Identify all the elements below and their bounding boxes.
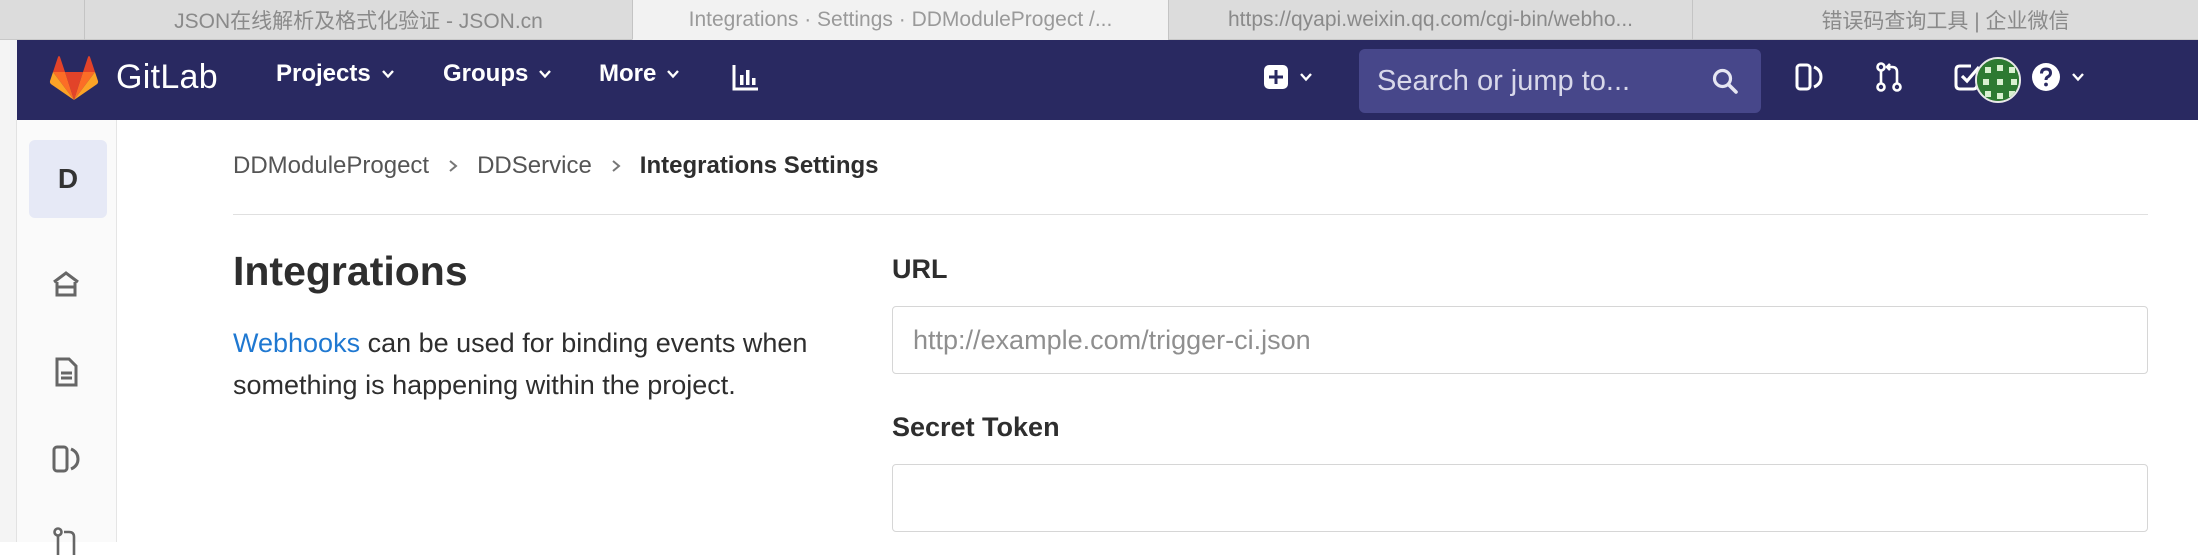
groups-label: Groups (443, 60, 529, 87)
gitlab-logo-icon[interactable] (49, 54, 99, 104)
brand-name[interactable]: GitLab (116, 58, 218, 97)
tab-title: Integrations · Settings · DDModuleProgec… (688, 7, 1113, 31)
project-sidebar: D (17, 120, 117, 555)
projects-dropdown[interactable]: Projects (276, 60, 395, 88)
tab-title: JSON在线解析及格式化验证 - JSON.cn (174, 10, 543, 33)
search-input[interactable] (1377, 64, 1697, 98)
breadcrumb-current[interactable]: Integrations Settings (640, 152, 879, 180)
breadcrumb-service-link[interactable]: DDService (477, 152, 592, 180)
secret-token-input[interactable] (913, 482, 2147, 514)
help-dropdown[interactable] (2031, 62, 2085, 92)
chevron-right-icon (612, 160, 621, 172)
chevron-down-icon (539, 70, 552, 79)
secret-token-field[interactable] (892, 464, 2148, 532)
integrations-description: Webhooks can be used for binding events … (233, 322, 813, 406)
issues-icon[interactable] (1793, 61, 1825, 93)
file-icon[interactable] (49, 355, 83, 389)
help-icon (2032, 63, 2060, 91)
home-icon[interactable] (49, 267, 83, 301)
more-dropdown[interactable]: More (599, 60, 680, 88)
secret-token-label: Secret Token (892, 412, 1060, 442)
window-edge (0, 120, 17, 542)
browser-tab-error-codes[interactable]: 错误码查询工具 | 企业微信 (1692, 0, 2198, 40)
browser-tab-json[interactable]: JSON在线解析及格式化验证 - JSON.cn (84, 0, 632, 40)
url-field[interactable] (892, 306, 2148, 374)
new-item-dropdown[interactable] (1263, 64, 1313, 90)
chevron-down-icon (2072, 73, 2084, 82)
search-icon[interactable] (1711, 67, 1739, 95)
search-box[interactable] (1359, 49, 1761, 113)
merge-request-icon[interactable] (1873, 61, 1905, 93)
project-avatar[interactable]: D (29, 140, 107, 218)
browser-tab-weixin[interactable]: https://qyapi.weixin.qq.com/cgi-bin/webh… (1168, 0, 1692, 40)
chevron-right-icon (449, 160, 458, 172)
issues-icon[interactable] (49, 442, 83, 476)
url-input[interactable] (913, 324, 2147, 356)
breadcrumb: DDModuleProgect DDService Integrations S… (233, 152, 878, 180)
activity-chart-icon[interactable] (730, 61, 762, 93)
browser-tab-strip: JSON在线解析及格式化验证 - JSON.cn Integrations · … (0, 0, 2198, 40)
more-label: More (599, 60, 657, 87)
divider (233, 214, 2148, 215)
chevron-down-icon (667, 70, 680, 79)
avatar-image (1977, 59, 2019, 101)
tab-title: https://qyapi.weixin.qq.com/cgi-bin/webh… (1227, 8, 1634, 31)
plus-square-icon (1264, 65, 1288, 89)
tab-blank[interactable] (0, 0, 84, 40)
merge-request-icon[interactable] (49, 525, 83, 559)
browser-tab-integrations[interactable]: Integrations · Settings · DDModuleProgec… (632, 0, 1168, 40)
top-navbar: GitLab Projects Groups More (17, 40, 2198, 120)
tab-title: 错误码查询工具 | 企业微信 (1821, 10, 2070, 33)
breadcrumb-project-link[interactable]: DDModuleProgect (233, 152, 429, 180)
projects-label: Projects (276, 60, 371, 87)
window-edge (0, 40, 17, 120)
user-avatar[interactable] (1975, 57, 2021, 103)
chevron-down-icon (1300, 73, 1312, 82)
chevron-down-icon (381, 70, 394, 79)
page-title: Integrations (233, 248, 468, 294)
url-label: URL (892, 254, 948, 284)
webhooks-link[interactable]: Webhooks (233, 328, 360, 358)
groups-dropdown[interactable]: Groups (443, 60, 552, 88)
